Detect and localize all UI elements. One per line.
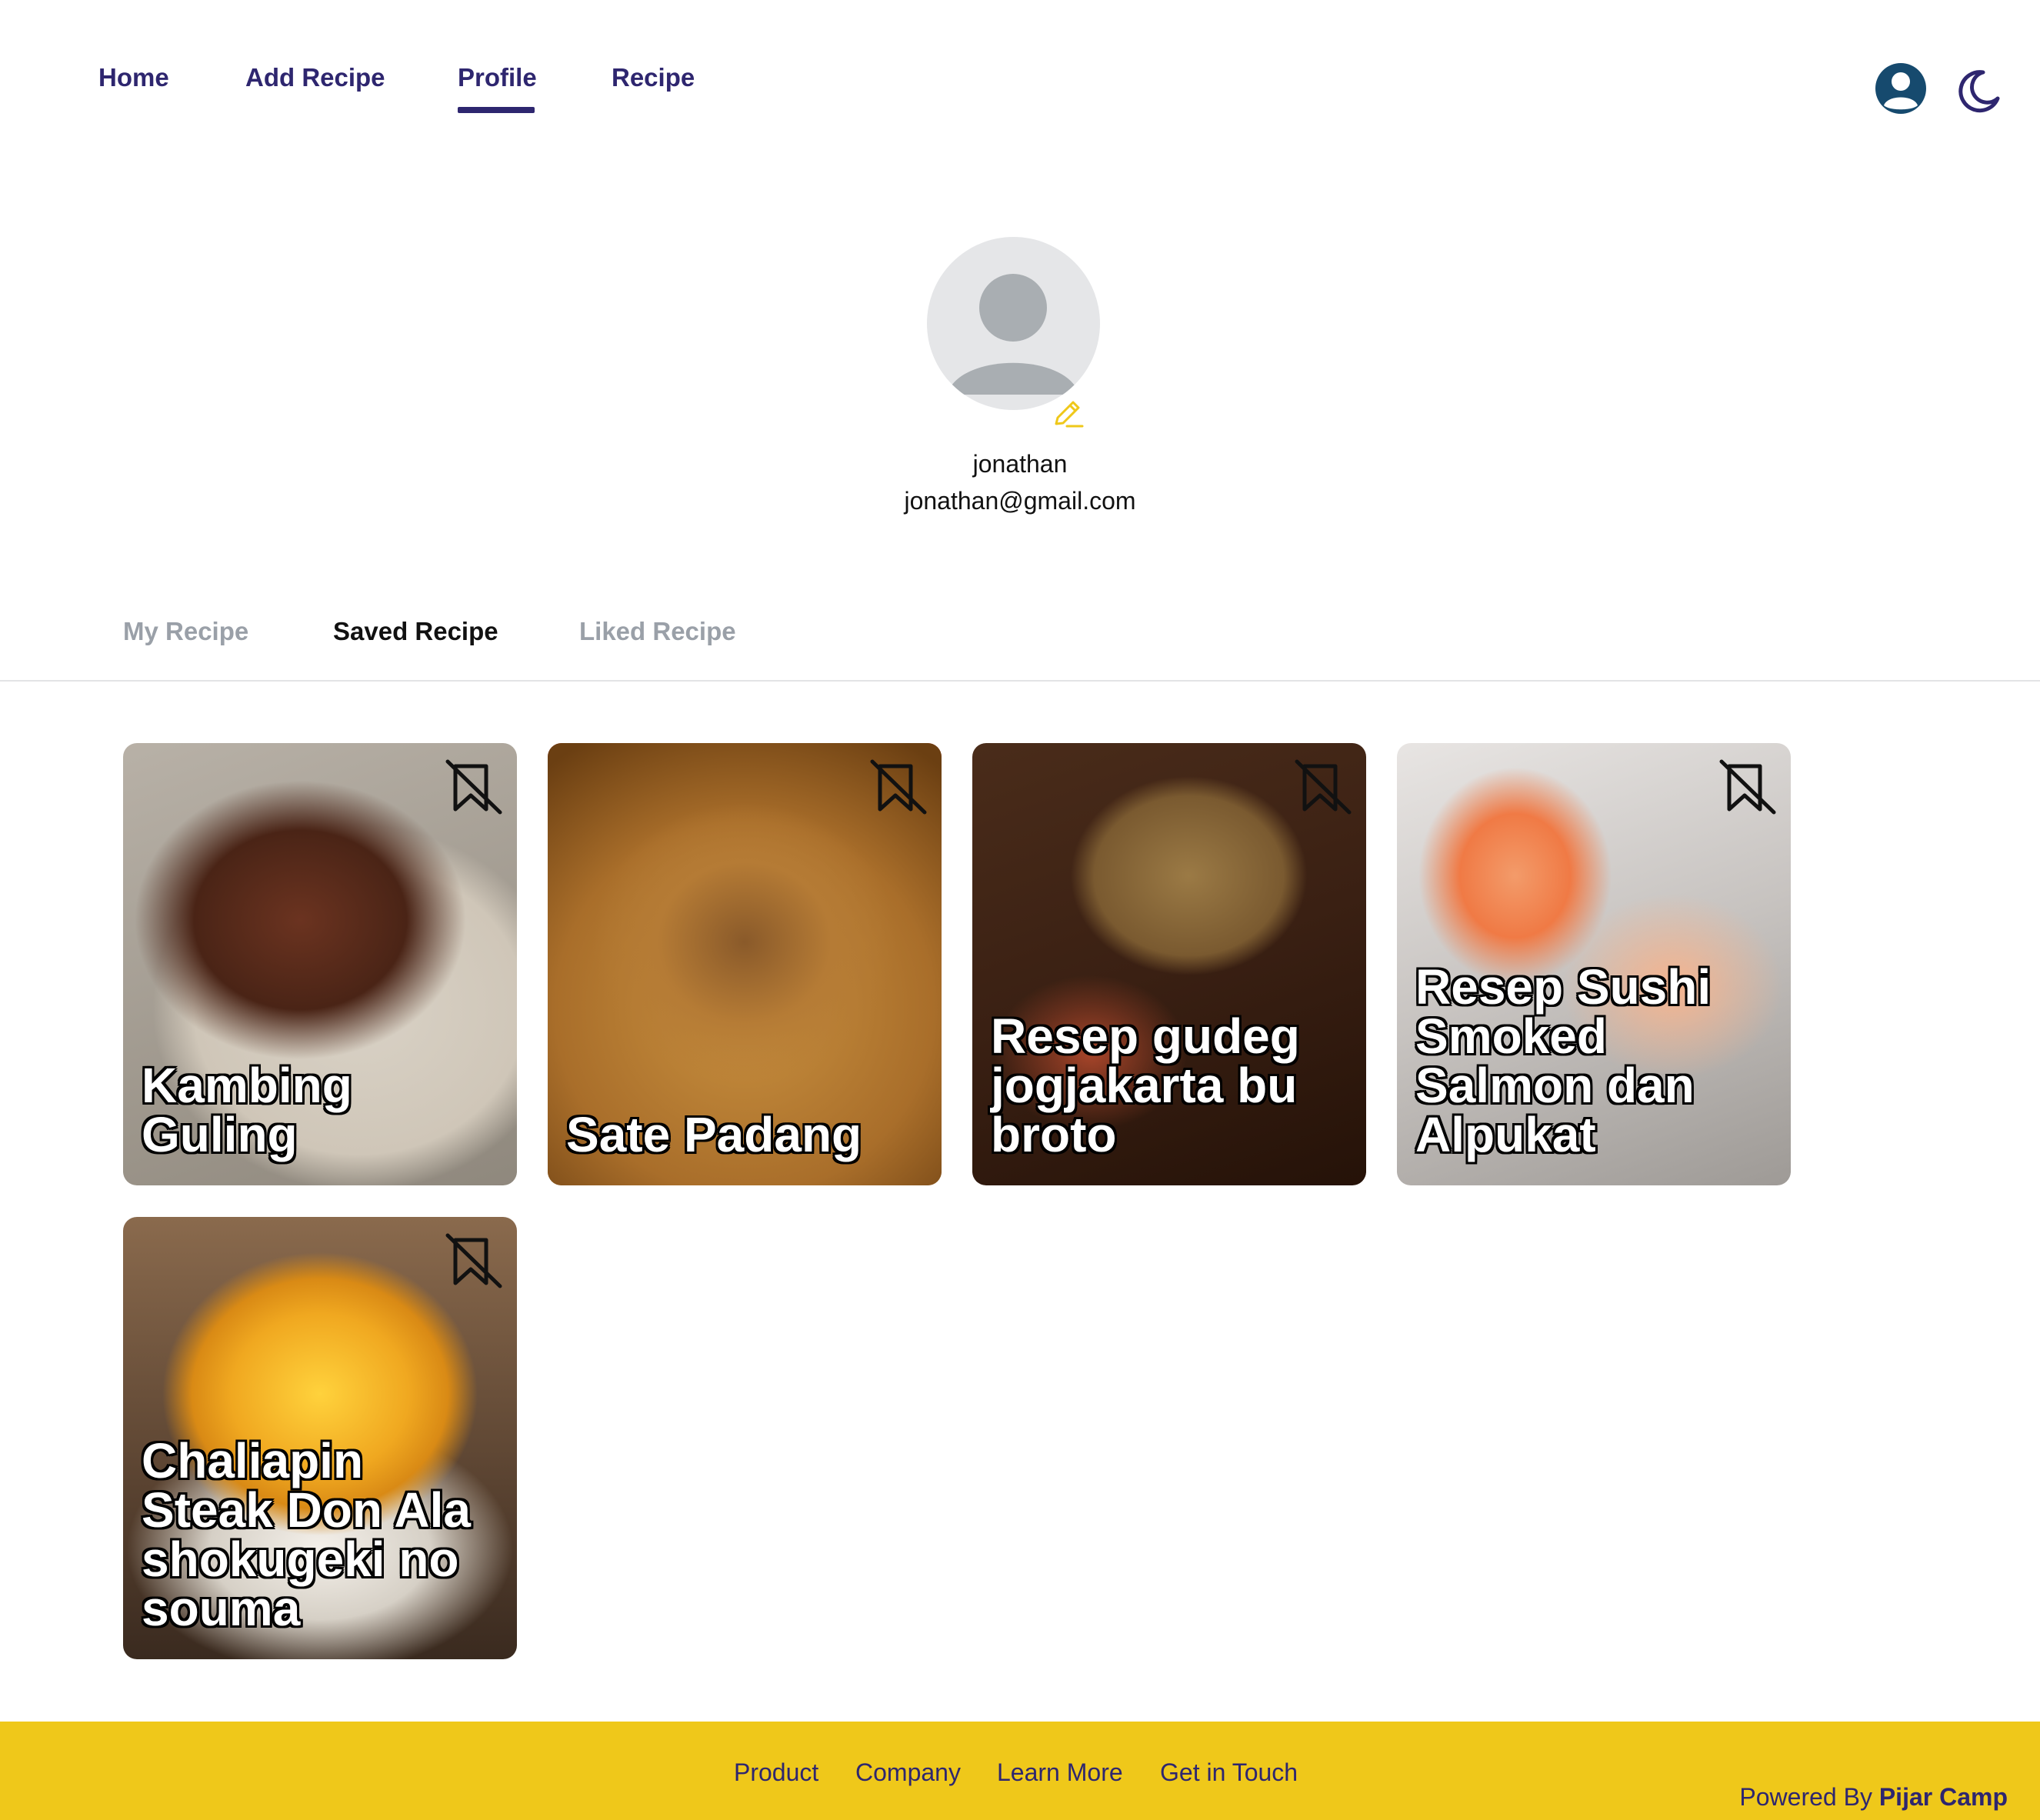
- footer: Product Company Learn More Get in Touch …: [0, 1722, 2040, 1820]
- footer-link-get-in-touch[interactable]: Get in Touch: [1160, 1758, 1298, 1787]
- recipe-card[interactable]: Chaliapin Steak Don Ala shokugeki no sou…: [123, 1217, 517, 1659]
- default-avatar-icon: [927, 237, 1100, 410]
- powered-by-brand: Pijar Camp: [1878, 1783, 2008, 1811]
- pencil-icon[interactable]: [1050, 396, 1085, 432]
- recipe-title: Chaliapin Steak Don Ala shokugeki no sou…: [142, 1433, 471, 1636]
- nav-link-recipe[interactable]: Recipe: [612, 63, 695, 92]
- bookmark-remove-icon[interactable]: [440, 1232, 505, 1291]
- tabs-divider: [0, 680, 2040, 682]
- profile-name: jonathan: [972, 450, 1068, 478]
- footer-link-learn-more[interactable]: Learn More: [997, 1758, 1123, 1787]
- tab-saved-recipe[interactable]: Saved Recipe: [333, 617, 498, 646]
- top-navbar: Home Add Recipe Profile Recipe: [0, 0, 2040, 154]
- user-circle-icon[interactable]: [1874, 62, 1928, 115]
- nav-active-indicator: [458, 107, 535, 113]
- powered-by: Powered By Pijar Camp: [1739, 1783, 2008, 1812]
- footer-link-company[interactable]: Company: [855, 1758, 961, 1787]
- recipe-title: Kambing Guling: [142, 1058, 352, 1162]
- powered-by-prefix: Powered By: [1739, 1783, 1872, 1811]
- nav-link-home[interactable]: Home: [98, 63, 169, 92]
- profile-email: jonathan@gmail.com: [904, 487, 1136, 515]
- nav-link-profile[interactable]: Profile: [458, 63, 537, 92]
- recipe-card[interactable]: Resep gudeg jogjakarta bu broto: [972, 743, 1366, 1185]
- footer-link-product[interactable]: Product: [734, 1758, 818, 1787]
- tab-my-recipe[interactable]: My Recipe: [123, 617, 248, 646]
- tab-liked-recipe[interactable]: Liked Recipe: [579, 617, 736, 646]
- nav-link-add-recipe[interactable]: Add Recipe: [245, 63, 385, 92]
- recipe-card[interactable]: Resep Sushi Smoked Salmon dan Alpukat: [1397, 743, 1791, 1185]
- recipe-card[interactable]: Kambing Guling: [123, 743, 517, 1185]
- bookmark-remove-icon[interactable]: [1289, 758, 1354, 817]
- recipe-title: Resep gudeg jogjakarta bu broto: [991, 1008, 1300, 1162]
- bookmark-remove-icon[interactable]: [1714, 758, 1778, 817]
- moon-icon[interactable]: [1955, 68, 2002, 114]
- bookmark-remove-icon[interactable]: [440, 758, 505, 817]
- bookmark-remove-icon[interactable]: [865, 758, 929, 817]
- recipe-title: Sate Padang: [566, 1107, 862, 1162]
- recipe-card[interactable]: Sate Padang: [548, 743, 942, 1185]
- recipe-title: Resep Sushi Smoked Salmon dan Alpukat: [1415, 959, 1712, 1162]
